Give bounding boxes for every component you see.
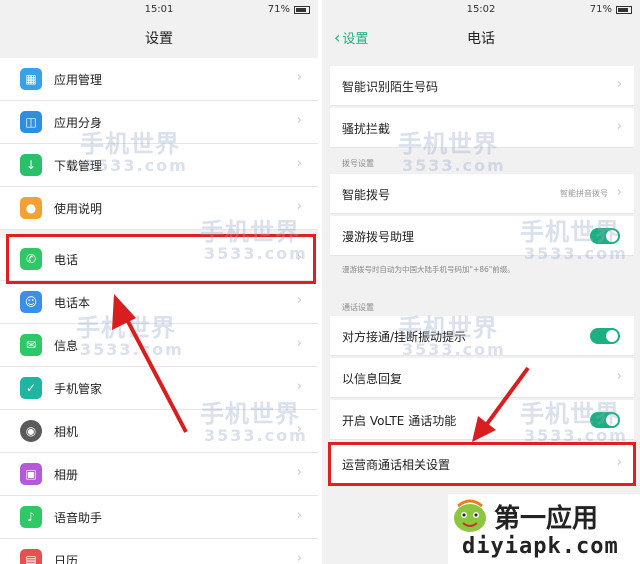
- brand-name: 第一应用: [494, 504, 599, 534]
- brand-domain: diyiapk.com: [462, 534, 619, 559]
- annotation-arrows: [112, 294, 530, 442]
- arrow-to-carrier: [472, 366, 530, 442]
- brand-logo: 第一应用 diyiapk.com: [448, 494, 640, 564]
- mascot-icon: [454, 499, 486, 532]
- arrow-to-phone: [112, 294, 188, 433]
